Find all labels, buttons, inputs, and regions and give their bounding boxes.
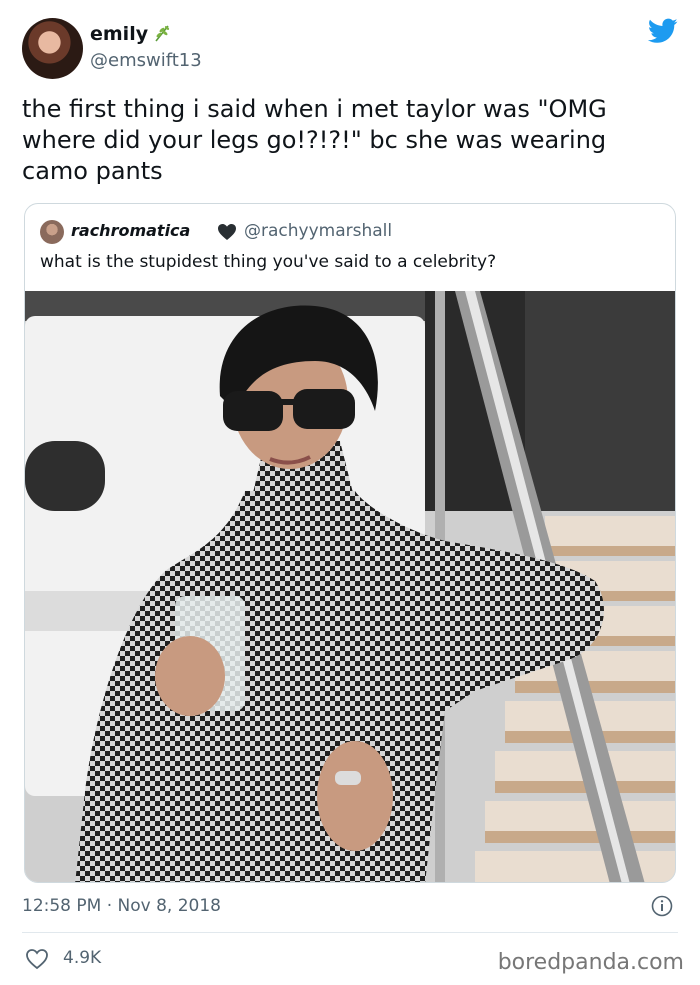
quoted-tweet-text: what is the stupidest thing you've said … [40, 252, 497, 272]
quoted-author-handle: @rachyymarshall [244, 221, 393, 241]
like-count[interactable]: 4.9K [63, 948, 101, 968]
tweet-timestamp[interactable]: 12:58 PM · Nov 8, 2018 [22, 896, 221, 916]
info-icon[interactable] [651, 895, 673, 917]
quoted-tweet[interactable]: rachromatica @rachyymarshall what is the… [24, 203, 676, 883]
like-heart-icon[interactable] [25, 948, 49, 970]
tweet-photo[interactable] [25, 291, 675, 882]
quoted-author-name: rachromatica [71, 221, 191, 240]
footer-divider [22, 932, 678, 933]
author-handle[interactable]: @emswift13 [90, 50, 202, 71]
author-avatar[interactable] [22, 18, 83, 79]
tweet-header: emily @emswift13 [22, 18, 678, 80]
quoted-author-avatar [40, 220, 64, 244]
tweet-text: the first thing i said when i met taylor… [22, 95, 607, 185]
author-name[interactable]: emily [90, 23, 148, 45]
twitter-bird-icon[interactable] [648, 18, 678, 44]
sprig-icon [153, 23, 171, 48]
heart-icon [218, 224, 236, 240]
watermark: boredpanda.com [497, 950, 684, 975]
